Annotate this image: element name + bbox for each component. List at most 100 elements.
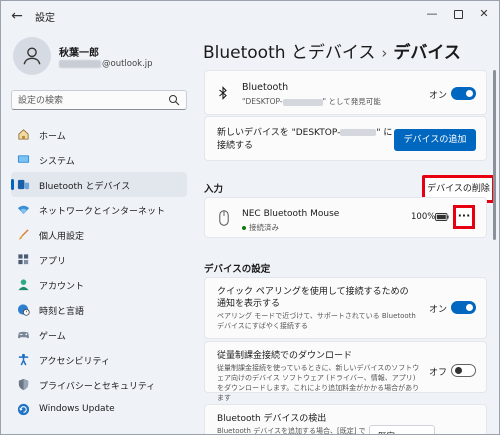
quick-pairing-card: クイック ペアリングを使用して接続するための通知を表示する ペアリング モードで… [204,277,487,339]
main-scrollbar[interactable] [493,70,496,434]
sidebar-item-apps[interactable]: アプリ [11,247,187,272]
accessibility-icon [18,353,29,366]
bluetooth-subtitle: "DESKTOP- " として発見可能 [242,96,381,107]
sidebar-item-label: ゲーム [39,332,66,342]
quick-pairing-title: クイック ペアリングを使用して接続するための通知を表示する [217,287,409,309]
title-bar: ← 設定 — ✕ [1,1,499,31]
home-icon [18,129,29,140]
globe-clock-icon [17,304,30,316]
sidebar-item-accessibility[interactable]: アクセシビリティ [11,347,187,372]
sidebar-item-label: システム [39,157,75,167]
settings-window: ← 設定 — ✕ 秋葉一郎 @outlook.jp ホーム システム Bluet… [0,0,500,435]
wifi-icon [17,205,30,215]
breadcrumb-parent[interactable]: Bluetooth とデバイス [203,43,375,63]
account-icon [18,279,29,291]
sidebar-item-windows-update[interactable]: Windows Update [11,397,187,422]
search-box[interactable] [11,90,187,110]
shield-icon [18,378,29,391]
apps-icon [18,254,29,265]
add-device-text: 新しいデバイスを "DESKTOP- " に接続する [217,127,397,153]
mouse-icon [219,210,229,226]
avatar [13,37,51,75]
search-input[interactable] [18,93,158,108]
sidebar-item-label: Windows Update [39,404,115,414]
redacted-device-name [282,98,323,106]
bluetooth-devices-icon [17,179,30,190]
sidebar-item-time-language[interactable]: 時刻と言語 [11,297,187,322]
brush-icon [18,229,29,240]
app-title: 設定 [35,13,55,24]
monitor-icon [17,155,30,163]
sidebar-item-label: アプリ [39,257,67,267]
user-email: @outlook.jp [59,59,153,69]
add-device-text-prefix: 新しいデバイスを "DESKTOP- [217,128,341,138]
input-section-label: 入力 [204,184,224,195]
bluetooth-title: Bluetooth [242,82,289,93]
sidebar-item-personalization[interactable]: 個人用設定 [11,222,187,247]
device-status: 接続済み [242,222,279,233]
mouse-device-card: NEC Bluetooth Mouse 接続済み 100% ··· [204,197,487,238]
scrollbar-thumb[interactable] [493,70,496,240]
bluetooth-toggle-label: オン [429,91,448,101]
update-icon [17,403,30,416]
sidebar-item-label: ネットワークとインターネット [39,207,166,217]
bluetooth-subtitle-prefix: "DESKTOP- [242,97,283,106]
device-more-options-button[interactable]: ··· [453,205,475,229]
sidebar-item-bluetooth-devices[interactable]: Bluetooth とデバイス [11,172,187,197]
device-detection-description: Bluetooth デバイスを追加する場合、[既定] では一般的 [217,427,366,435]
sidebar-item-label: 個人用設定 [39,232,85,242]
bluetooth-card: Bluetooth "DESKTOP- " として発見可能 オン [204,70,487,115]
sidebar-item-home[interactable]: ホーム [11,122,187,147]
add-device-card: 新しいデバイスを "DESKTOP- " に接続する デバイスの追加 [204,116,487,161]
gamepad-icon [17,331,30,339]
bluetooth-toggle[interactable] [451,87,476,100]
page-title: デバイス [393,43,461,63]
quick-pairing-description: ペアリング モードで近づけて、サポートされている Bluetooth デバイスに… [217,312,416,330]
bluetooth-subtitle-suffix: " として発見可能 [322,97,381,106]
sidebar-item-label: アクセシビリティ [39,357,111,367]
redacted-device-name [340,129,377,136]
close-button[interactable]: ✕ [473,5,495,23]
sidebar-item-label: Bluetooth とデバイス [39,182,131,192]
metered-download-description: 従量制課金接続を使っているときに、新しいデバイスのソフトウェア向けのデバイス ソ… [217,364,420,402]
sidebar-nav: ホーム システム Bluetooth とデバイス ネットワークとインターネット … [11,122,187,422]
breadcrumb-separator: › [381,44,388,62]
user-profile[interactable]: 秋葉一郎 @outlook.jp [13,37,193,77]
quick-pairing-toggle-label: オン [429,305,448,315]
connected-dot-icon [242,226,246,230]
device-settings-section-label: デバイスの設定 [204,264,271,275]
metered-download-title: 従量制課金接続でのダウンロード [217,351,353,361]
device-detection-title: Bluetooth デバイスの検出 [217,414,327,424]
search-icon [169,95,180,106]
device-name: NEC Bluetooth Mouse [242,209,340,219]
sidebar-item-label: 時刻と言語 [39,307,85,317]
sidebar-item-accounts[interactable]: アカウント [11,272,187,297]
sidebar-item-system[interactable]: システム [11,147,187,172]
user-name: 秋葉一郎 [59,48,99,59]
sidebar-item-label: アカウント [39,282,85,292]
metered-download-card: 従量制課金接続でのダウンロード 従量制課金接続を使っているときに、新しいデバイス… [204,341,487,402]
person-icon [23,47,41,65]
breadcrumb: Bluetooth とデバイス › デバイス [203,38,461,63]
quick-pairing-toggle[interactable] [451,301,476,314]
device-detection-card: Bluetooth デバイスの検出 Bluetooth デバイスを追加する場合、… [204,404,487,435]
add-device-button[interactable]: デバイスの追加 [394,129,476,151]
sidebar-item-network[interactable]: ネットワークとインターネット [11,197,187,222]
battery-percentage: 100% [411,212,436,222]
sidebar-item-label: ホーム [39,132,66,142]
maximize-button[interactable] [447,5,469,23]
bluetooth-icon [219,86,227,100]
back-button[interactable]: ← [7,7,27,25]
battery-icon [435,213,449,221]
minimize-button[interactable]: — [421,5,443,23]
sidebar-item-privacy[interactable]: プライバシーとセキュリティ [11,372,187,397]
device-status-text: 接続済み [249,223,279,232]
maximize-icon [453,9,463,19]
metered-download-toggle[interactable] [451,364,476,377]
sidebar-item-label: プライバシーとセキュリティ [39,382,156,392]
sidebar-item-gaming[interactable]: ゲーム [11,322,187,347]
redacted-email [59,59,101,68]
device-detection-select[interactable]: 既定 [369,425,435,434]
metered-download-toggle-label: オフ [429,368,448,378]
user-email-suffix: @outlook.jp [102,59,153,69]
